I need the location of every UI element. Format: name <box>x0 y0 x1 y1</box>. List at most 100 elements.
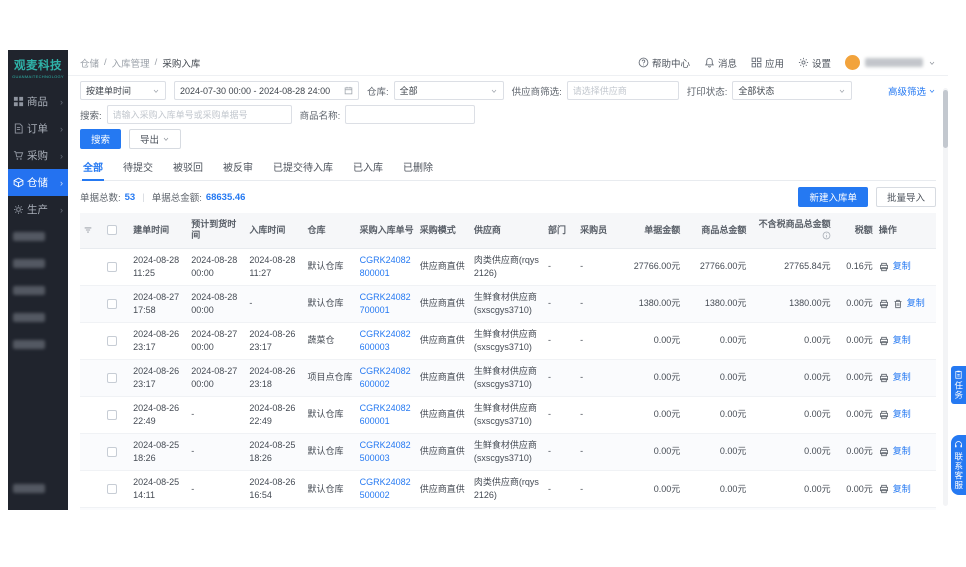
search-input[interactable] <box>107 105 292 124</box>
sidebar-item-label: 仓储 <box>27 175 48 190</box>
breadcrumb-item: 采购入库 <box>162 56 200 70</box>
cell-supplier: 肉类供应商(rqys2126) <box>471 471 545 508</box>
breadcrumb-item[interactable]: 仓储 <box>80 56 99 70</box>
col-header-doc_amount: 单据金额 <box>619 213 683 248</box>
tab-1[interactable]: 全部 <box>82 156 104 181</box>
copy-link[interactable]: 复制 <box>893 334 911 347</box>
tab-4[interactable]: 被反审 <box>222 156 254 181</box>
chevron-right-icon: › <box>60 97 63 107</box>
batch-import-button[interactable]: 批量导入 <box>876 187 936 207</box>
contact-support-button[interactable]: 联系客服 <box>951 435 966 495</box>
sidebar-item-blurred[interactable] <box>8 277 68 304</box>
summary-row: 单据总数: 53 | 单据总金额: 68635.46 新建入库单 批量导入 <box>80 187 936 207</box>
order-no-link[interactable]: CGRK24082500003 <box>360 440 411 463</box>
chevron-right-icon: › <box>60 151 63 161</box>
sidebar-item-blurred[interactable] <box>8 304 68 331</box>
sidebar-item-goods[interactable]: 商品› <box>8 88 68 115</box>
sidebar-item-blurred[interactable] <box>8 223 68 250</box>
order-no-link[interactable]: CGRK24082700001 <box>360 292 411 315</box>
col-header-label: 单据金额 <box>644 225 680 235</box>
order-no-link[interactable]: CGRK24082600001 <box>360 403 411 426</box>
breadcrumb-item[interactable]: 入库管理 <box>112 56 150 70</box>
page-canvas: 观麦科技 GUANMAITECHNOLOGY 商品›订单›采购›仓储›生产› 仓… <box>0 0 966 567</box>
tab-6[interactable]: 已入库 <box>352 156 384 181</box>
time-type-value: 按建单时间 <box>86 84 131 97</box>
tab-2[interactable]: 待提交 <box>122 156 154 181</box>
sort-icon[interactable] <box>83 225 93 235</box>
copy-link[interactable]: 复制 <box>893 483 911 496</box>
cell-doc_amount: 0.00元 <box>619 322 683 359</box>
order-no-link[interactable]: CGRK24082600003 <box>360 329 411 352</box>
sidebar-item-blurred[interactable] <box>8 250 68 277</box>
time-type-select[interactable]: 按建单时间 <box>80 81 166 100</box>
search-button[interactable]: 搜索 <box>80 129 121 149</box>
sidebar-item-orders[interactable]: 订单› <box>8 115 68 142</box>
row-checkbox[interactable] <box>107 299 117 309</box>
select-all-checkbox[interactable] <box>107 225 117 235</box>
printer-icon[interactable] <box>879 410 889 420</box>
copy-link[interactable]: 复制 <box>893 260 911 273</box>
copy-link[interactable]: 复制 <box>907 297 925 310</box>
order-no-link[interactable]: CGRK24082800001 <box>360 255 411 278</box>
row-checkbox[interactable] <box>107 336 117 346</box>
advanced-filter-link[interactable]: 高级筛选 <box>888 84 936 98</box>
row-checkbox[interactable] <box>107 484 117 494</box>
tab-7[interactable]: 已删除 <box>402 156 434 181</box>
cell-purchaser: - <box>577 322 619 359</box>
chevron-down-icon <box>928 87 936 95</box>
export-button[interactable]: 导出 <box>129 129 181 149</box>
row-checkbox[interactable] <box>107 447 117 457</box>
printer-icon[interactable] <box>879 447 889 457</box>
page-scrollbar[interactable] <box>943 88 948 506</box>
printer-icon[interactable] <box>879 336 889 346</box>
print-status-select[interactable]: 全部状态 <box>732 81 852 100</box>
date-range-input[interactable]: 2024-07-30 00:00 - 2024-08-28 24:00 <box>174 81 359 100</box>
create-inbound-button[interactable]: 新建入库单 <box>798 187 868 207</box>
topbar-action-help[interactable]: 帮助中心 <box>638 56 690 70</box>
copy-link[interactable]: 复制 <box>893 445 911 458</box>
table-row: 2024-08-26 22:49-2024-08-26 22:49默认仓库CGR… <box>80 396 936 433</box>
order-no-link[interactable]: CGRK24082600002 <box>360 366 411 389</box>
trash-icon[interactable] <box>893 299 903 309</box>
cell-doc_amount: 0.00元 <box>619 433 683 470</box>
row-actions: 复制 <box>879 334 933 347</box>
col-header-create_time: 建单时间 <box>130 213 188 248</box>
topbar-action-messages[interactable]: 消息 <box>704 56 737 70</box>
row-checkbox[interactable] <box>107 373 117 383</box>
topbar-action-apps[interactable]: 应用 <box>751 56 784 70</box>
sidebar-item-production[interactable]: 生产› <box>8 196 68 223</box>
task-panel-toggle[interactable]: 任务 <box>951 366 966 404</box>
order-no-link[interactable]: CGRK24082500002 <box>360 477 411 500</box>
cell-ops: 复制 <box>876 396 936 433</box>
sidebar-item-blurred[interactable] <box>8 331 68 358</box>
col-header-label: 入库时间 <box>249 225 285 235</box>
printer-icon[interactable] <box>879 299 889 309</box>
topbar-action-settings[interactable]: 设置 <box>798 56 831 70</box>
user-menu[interactable] <box>845 55 936 70</box>
production-icon <box>13 204 24 215</box>
warehouse-select[interactable]: 全部 <box>394 81 504 100</box>
cell-expect_time: - <box>188 471 246 508</box>
printer-icon[interactable] <box>879 262 889 272</box>
col-header-label: 操作 <box>879 225 897 235</box>
scrollbar-thumb[interactable] <box>943 90 948 148</box>
row-checkbox[interactable] <box>107 410 117 420</box>
sidebar-item-warehouse[interactable]: 仓储› <box>8 169 68 196</box>
product-name-input[interactable] <box>345 105 475 124</box>
summary-actions: 新建入库单 批量导入 <box>798 187 936 207</box>
sidebar-item-blurred[interactable] <box>8 475 68 502</box>
warehouse-icon <box>13 177 24 188</box>
copy-link[interactable]: 复制 <box>893 371 911 384</box>
cell-create_time: 2024-08-25 18:26 <box>130 433 188 470</box>
printer-icon[interactable] <box>879 484 889 494</box>
tab-3[interactable]: 被驳回 <box>172 156 204 181</box>
copy-link[interactable]: 复制 <box>893 408 911 421</box>
breadcrumb-separator: / <box>155 57 158 68</box>
printer-icon[interactable] <box>879 373 889 383</box>
supplier-input[interactable] <box>567 81 679 100</box>
row-checkbox[interactable] <box>107 262 117 272</box>
cell-order_no: CGRK24082700001 <box>357 285 417 322</box>
cell-ops: 复制 <box>876 248 936 285</box>
sidebar-item-purchase[interactable]: 采购› <box>8 142 68 169</box>
tab-5[interactable]: 已提交待入库 <box>272 156 334 181</box>
